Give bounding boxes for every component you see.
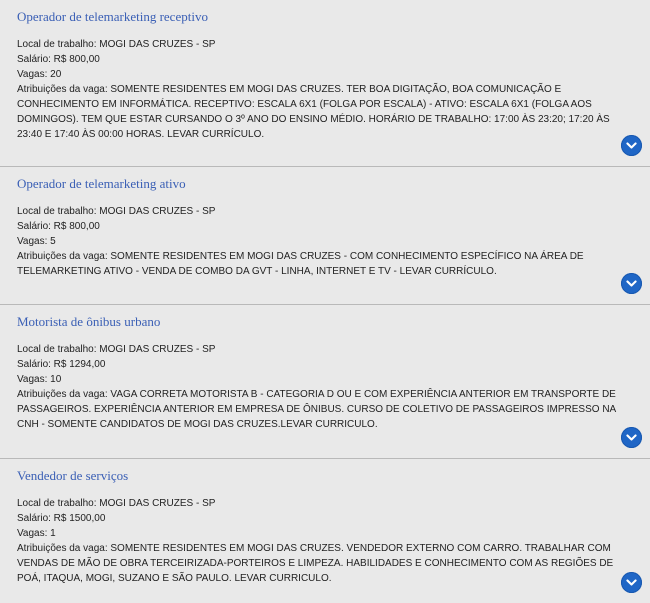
job-salary: Salário: R$ 800,00 bbox=[17, 54, 100, 65]
job-description: Atribuições da vaga: VAGA CORRETA MOTORI… bbox=[17, 389, 616, 430]
job-title[interactable]: Vendedor de serviços bbox=[17, 468, 640, 484]
expand-button[interactable] bbox=[621, 572, 642, 593]
job-location: Local de trabalho: MOGI DAS CRUZES - SP bbox=[17, 344, 216, 355]
chevron-down-icon bbox=[626, 434, 637, 441]
job-list: Operador de telemarketing receptivo Loca… bbox=[0, 0, 650, 603]
job-card: Motorista de ônibus urbano Local de trab… bbox=[0, 305, 650, 459]
job-openings: Vagas: 1 bbox=[17, 528, 56, 539]
expand-button[interactable] bbox=[621, 273, 642, 294]
chevron-down-icon bbox=[626, 142, 637, 149]
job-card: Operador de telemarketing receptivo Loca… bbox=[0, 0, 650, 167]
job-salary: Salário: R$ 800,00 bbox=[17, 221, 100, 232]
expand-button[interactable] bbox=[621, 135, 642, 156]
job-card: Operador de telemarketing ativo Local de… bbox=[0, 167, 650, 305]
job-salary: Salário: R$ 1294,00 bbox=[17, 359, 106, 370]
job-location: Local de trabalho: MOGI DAS CRUZES - SP bbox=[17, 498, 216, 509]
job-title[interactable]: Motorista de ônibus urbano bbox=[17, 314, 640, 330]
job-salary: Salário: R$ 1500,00 bbox=[17, 513, 106, 524]
job-location: Local de trabalho: MOGI DAS CRUZES - SP bbox=[17, 206, 216, 217]
chevron-down-icon bbox=[626, 280, 637, 287]
job-openings: Vagas: 20 bbox=[17, 69, 62, 80]
job-description: Atribuições da vaga: SOMENTE RESIDENTES … bbox=[17, 84, 610, 140]
job-location: Local de trabalho: MOGI DAS CRUZES - SP bbox=[17, 39, 216, 50]
job-openings: Vagas: 10 bbox=[17, 374, 62, 385]
job-title[interactable]: Operador de telemarketing receptivo bbox=[17, 9, 640, 25]
expand-button[interactable] bbox=[621, 427, 642, 448]
job-openings: Vagas: 5 bbox=[17, 236, 56, 247]
job-description: Atribuições da vaga: SOMENTE RESIDENTES … bbox=[17, 251, 584, 277]
job-description: Atribuições da vaga: SOMENTE RESIDENTES … bbox=[17, 543, 614, 584]
job-title[interactable]: Operador de telemarketing ativo bbox=[17, 176, 640, 192]
chevron-down-icon bbox=[626, 579, 637, 586]
job-card: Vendedor de serviços Local de trabalho: … bbox=[0, 459, 650, 603]
